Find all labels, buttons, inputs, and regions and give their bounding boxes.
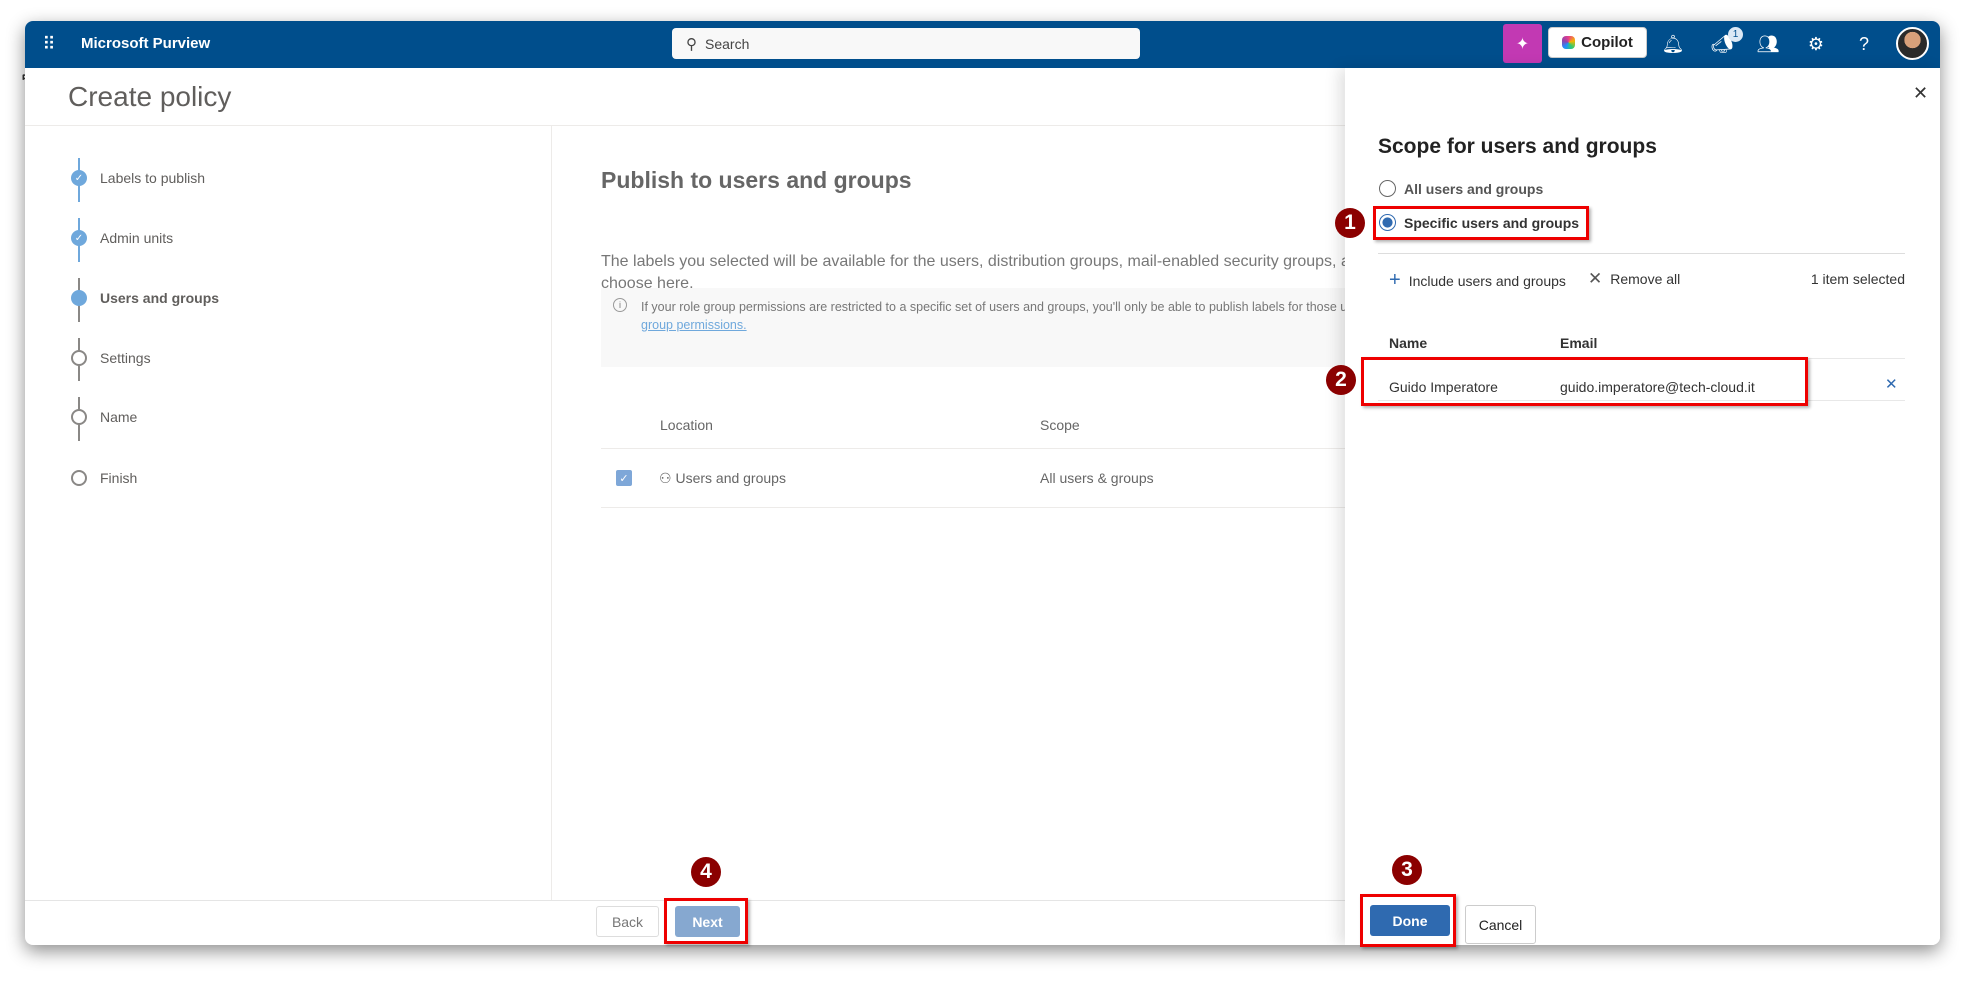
- step-label: Admin units: [100, 230, 174, 246]
- step-label: Finish: [100, 470, 138, 486]
- current-step-dot-icon: [71, 290, 87, 306]
- scope-flyout-panel: [1345, 68, 1940, 945]
- step-users-and-groups[interactable]: Users and groups: [71, 290, 219, 306]
- bell-icon[interactable]: 🔔︎: [1655, 21, 1691, 68]
- app-name: Microsoft Purview: [81, 35, 211, 52]
- back-button[interactable]: Back: [596, 906, 659, 937]
- section-heading: Publish to users and groups: [601, 167, 912, 193]
- step-settings: Settings: [71, 350, 151, 366]
- location-cell: ⚇ Users and groups: [659, 470, 786, 487]
- column-header-scope[interactable]: Scope: [1040, 417, 1080, 433]
- include-users-button[interactable]: + Include users and groups: [1389, 269, 1566, 292]
- close-icon: ✕: [1588, 269, 1603, 288]
- highlight-box: [1373, 206, 1589, 240]
- column-header-email: Email: [1560, 335, 1598, 351]
- step-label: Name: [100, 409, 138, 425]
- empty-circle-icon: [71, 350, 87, 366]
- page-title: Create policy: [68, 81, 232, 112]
- highlight-box: [1361, 357, 1808, 406]
- gear-icon[interactable]: ⚙: [1798, 21, 1834, 68]
- divider: [25, 125, 1345, 126]
- step-admin-units[interactable]: ✓ Admin units: [71, 230, 173, 246]
- divider: [601, 448, 1345, 449]
- copilot-logo-icon: [1562, 36, 1576, 49]
- remove-user-icon[interactable]: ✕: [1885, 375, 1898, 393]
- app-launcher-waffle-icon[interactable]: ⠿: [31, 21, 67, 68]
- step-name: Name: [71, 409, 137, 425]
- selected-count: 1 item selected: [1810, 271, 1905, 287]
- info-icon: i: [613, 298, 627, 312]
- radio-all-users-and-groups[interactable]: All users and groups: [1379, 180, 1543, 197]
- annotation-badge-2: 2: [1326, 365, 1356, 395]
- step-label: Labels to publish: [100, 170, 206, 186]
- plus-icon: +: [1389, 269, 1401, 291]
- column-header-location[interactable]: Location: [660, 417, 713, 433]
- top-bar: ⠿ Microsoft Purview ⚲ Search ✦ Copilot 🔔︎…: [25, 21, 1940, 68]
- panel-title: Scope for users and groups: [1378, 135, 1657, 158]
- notification-count-badge: 1: [1728, 27, 1743, 42]
- help-icon[interactable]: ?: [1846, 21, 1882, 68]
- check-icon: ✓: [71, 170, 87, 186]
- group-permissions-link[interactable]: group permissions.: [641, 318, 747, 332]
- info-message: i If your role group permissions are rest…: [601, 288, 1345, 367]
- step-labels-to-publish[interactable]: ✓ Labels to publish: [71, 170, 205, 186]
- radio-label: All users and groups: [1404, 180, 1544, 197]
- radio-unchecked-icon: [1379, 180, 1396, 197]
- step-label: Users and groups: [100, 290, 220, 306]
- location-checkbox[interactable]: ✓: [616, 470, 632, 486]
- remove-all-label: Remove all: [1610, 271, 1681, 287]
- search-placeholder: Search: [705, 35, 750, 52]
- browser-window: ⠿ Microsoft Purview ⚲ Search ✦ Copilot 🔔︎…: [25, 21, 1940, 945]
- divider: [551, 126, 552, 900]
- cancel-button[interactable]: Cancel: [1465, 905, 1536, 944]
- avatar[interactable]: [1896, 27, 1929, 60]
- check-icon: ✓: [71, 230, 87, 246]
- copilot-button[interactable]: Copilot: [1548, 27, 1647, 58]
- include-label: Include users and groups: [1408, 272, 1566, 289]
- empty-circle-icon: [71, 470, 87, 486]
- annotation-badge-1: 1: [1335, 208, 1365, 238]
- column-header-name: Name: [1389, 335, 1428, 351]
- scope-cell: All users & groups: [1040, 470, 1154, 486]
- people-chat-icon[interactable]: 👥︎: [1750, 21, 1786, 68]
- users-group-icon: ⚇: [659, 470, 676, 486]
- remove-all-button[interactable]: ✕ Remove all: [1588, 269, 1680, 289]
- step-label: Settings: [100, 350, 151, 366]
- highlight-box: [1360, 894, 1456, 947]
- copilot-label: Copilot: [1581, 34, 1633, 51]
- info-text: If your role group permissions are restr…: [641, 300, 1345, 314]
- annotation-badge-3: 3: [1392, 855, 1422, 885]
- search-input[interactable]: ⚲ Search: [672, 28, 1140, 59]
- close-icon[interactable]: ✕: [1913, 83, 1928, 104]
- description-line: The labels you selected will be availabl…: [601, 253, 1350, 270]
- divider: [601, 507, 1345, 508]
- location-name: Users and groups: [675, 470, 786, 486]
- annotation-badge-4: 4: [691, 857, 721, 887]
- step-finish: Finish: [71, 470, 137, 486]
- empty-circle-icon: [71, 409, 87, 425]
- divider: [1378, 253, 1905, 254]
- search-icon: ⚲: [686, 35, 697, 53]
- rocket-icon[interactable]: ✦: [1503, 24, 1542, 63]
- highlight-box: [664, 898, 748, 944]
